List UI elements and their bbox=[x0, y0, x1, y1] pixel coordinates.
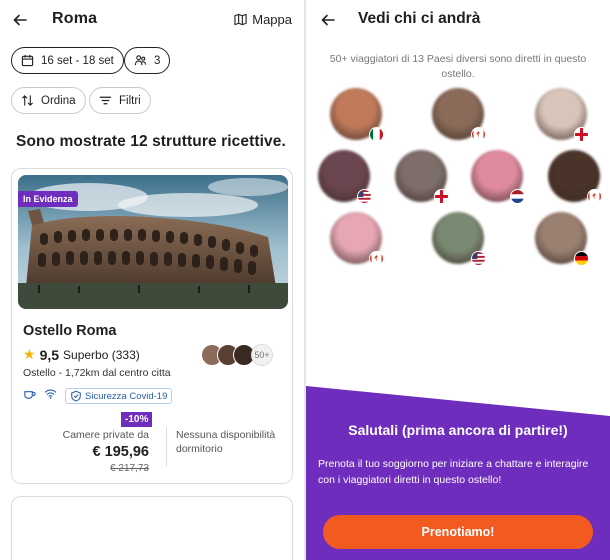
filter-icon bbox=[99, 96, 112, 105]
search-results-screen: Roma Mappa 16 set - 18 set 3 Ordina Filt… bbox=[0, 0, 304, 560]
private-rooms-label: Camere private da bbox=[62, 429, 149, 441]
guests-count: 3 bbox=[154, 54, 161, 67]
old-price: € 217,73 bbox=[110, 463, 149, 474]
discount-badge: -10% bbox=[121, 412, 153, 427]
netherlands-flag-icon bbox=[510, 189, 525, 204]
dorm-availability: Nessuna disponibilità dormitorio bbox=[176, 429, 276, 455]
promo-title: Salutali (prima ancora di partire!) bbox=[348, 422, 568, 438]
travellers-summary: 50+ viaggiatori di 13 Paesi diversi sono… bbox=[329, 53, 587, 80]
map-button[interactable]: Mappa bbox=[234, 12, 292, 27]
hostel-name: Ostello Roma bbox=[23, 323, 117, 339]
usa-flag-icon bbox=[357, 189, 372, 204]
date-filter-pill[interactable]: 16 set - 18 set bbox=[11, 47, 124, 74]
more-travellers-count: 50+ bbox=[251, 344, 273, 366]
coffee-icon bbox=[23, 387, 36, 405]
england-flag-icon bbox=[574, 127, 589, 142]
rating-score: 9,5 bbox=[39, 346, 60, 363]
traveller-avatar[interactable] bbox=[471, 150, 525, 204]
germany-flag-icon bbox=[574, 251, 589, 266]
featured-badge: In Evidenza bbox=[18, 191, 78, 207]
filters-button[interactable]: Filtri bbox=[89, 87, 151, 114]
listing-card-next[interactable] bbox=[11, 496, 293, 560]
back-arrow-icon[interactable] bbox=[10, 10, 30, 30]
mexico-flag-icon bbox=[369, 127, 384, 142]
traveller-avatar[interactable] bbox=[395, 150, 449, 204]
traveller-avatar[interactable] bbox=[330, 88, 384, 142]
shield-icon bbox=[71, 390, 81, 402]
traveller-avatar[interactable] bbox=[535, 88, 589, 142]
traveller-avatar[interactable] bbox=[330, 212, 384, 266]
england-flag-icon bbox=[434, 189, 449, 204]
amenities-row: Sicurezza Covid-19 bbox=[23, 387, 173, 405]
wifi-icon bbox=[44, 387, 57, 405]
back-arrow-icon[interactable] bbox=[318, 10, 338, 30]
book-now-button[interactable]: Prenotiamo! bbox=[323, 515, 593, 549]
canada-flag-icon bbox=[369, 251, 384, 266]
property-meta: Ostello - 1,72km dal centro citta bbox=[23, 367, 171, 379]
date-range: 16 set - 18 set bbox=[41, 54, 114, 67]
top-bar: Roma Mappa bbox=[0, 10, 304, 32]
rating-text: Superbo (333) bbox=[63, 347, 140, 362]
promo-panel: Salutali (prima ancora di partire!) Pren… bbox=[306, 380, 610, 560]
star-icon: ★ bbox=[23, 346, 36, 362]
listing-card[interactable]: In Evidenza Ostello Roma ★ 9,5 Superbo (… bbox=[11, 168, 293, 484]
price-divider bbox=[166, 427, 167, 467]
traveller-avatars[interactable]: 50+ bbox=[201, 344, 273, 366]
traveller-avatar[interactable] bbox=[432, 88, 486, 142]
guests-filter-pill[interactable]: 3 bbox=[124, 47, 171, 74]
promo-text: Prenota il tuo soggiorno per iniziare a … bbox=[318, 458, 589, 486]
travellers-screen: Vedi chi ci andrà 50+ viaggiatori di 13 … bbox=[306, 0, 610, 560]
usa-flag-icon bbox=[471, 251, 486, 266]
page-title: Vedi chi ci andrà bbox=[358, 10, 481, 27]
sort-label: Ordina bbox=[41, 94, 76, 107]
traveller-avatar[interactable] bbox=[432, 212, 486, 266]
canada-flag-icon bbox=[471, 127, 486, 142]
price: € 195,96 bbox=[92, 444, 149, 460]
results-count-text: Sono mostrate 12 strutture ricettive. bbox=[16, 133, 286, 150]
rating-row: ★ 9,5 Superbo (333) bbox=[23, 346, 140, 363]
traveller-avatar[interactable] bbox=[535, 212, 589, 266]
traveller-avatar[interactable] bbox=[318, 150, 372, 204]
calendar-icon bbox=[21, 54, 34, 67]
map-label: Mappa bbox=[252, 12, 292, 27]
filters-label: Filtri bbox=[119, 94, 141, 107]
city-title: Roma bbox=[52, 10, 98, 27]
map-icon bbox=[234, 13, 247, 26]
sort-button[interactable]: Ordina bbox=[11, 87, 86, 114]
covid-safety-badge: Sicurezza Covid-19 bbox=[65, 388, 173, 404]
sort-icon bbox=[22, 95, 33, 106]
guests-icon bbox=[134, 55, 147, 66]
canada-flag-icon bbox=[587, 189, 602, 204]
covid-label: Sicurezza Covid-19 bbox=[85, 390, 168, 402]
colosseum-photo: In Evidenza bbox=[18, 175, 288, 309]
traveller-avatar[interactable] bbox=[548, 150, 602, 204]
